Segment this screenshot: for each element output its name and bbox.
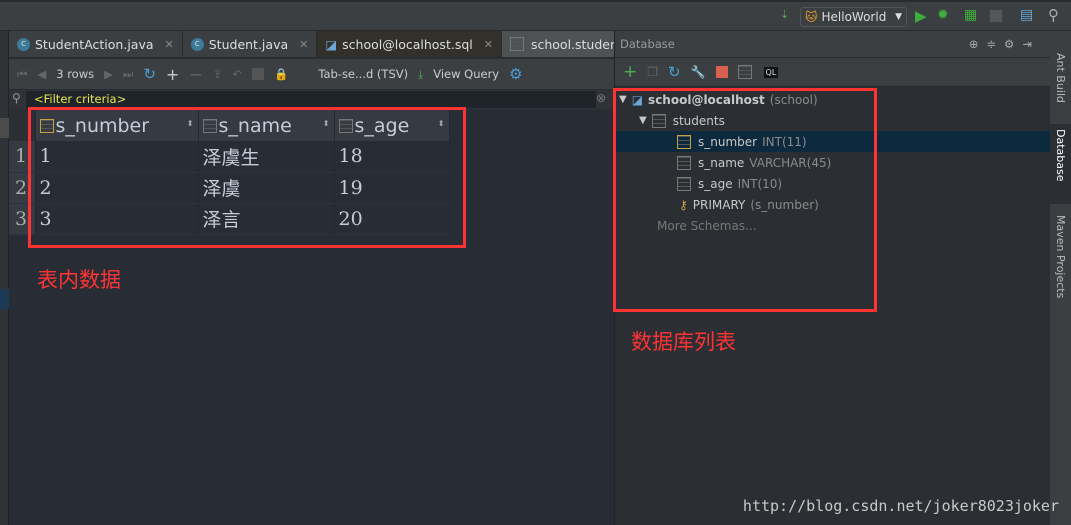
tab-student[interactable]: c Student.java ✕ (183, 31, 318, 57)
db-annotation: 数据库列表 (631, 330, 736, 354)
search-icon[interactable]: ⚲ (1048, 6, 1059, 24)
refresh-icon[interactable]: ↻ (668, 63, 681, 81)
stop-icon[interactable] (990, 10, 1002, 22)
chevron-down-icon: ▼ (895, 12, 902, 22)
coverage-icon[interactable]: ▦ (964, 7, 977, 23)
maven-projects-tab[interactable]: Maven Projects (1054, 215, 1067, 298)
run-config-select[interactable]: 🐱 HelloWorld ▼ (800, 7, 907, 27)
run-icon[interactable]: ▶ (915, 7, 927, 25)
row-count: 3 rows (56, 67, 95, 81)
table-icon (509, 37, 524, 51)
cancel-icon[interactable] (252, 68, 264, 80)
panel-title: Database (620, 37, 675, 51)
project-panel-edge (0, 31, 9, 525)
refresh-icon[interactable]: ↻ (143, 65, 156, 83)
table-annotation: 表内数据 (37, 268, 121, 292)
download-icon[interactable]: ⤓ (418, 67, 423, 82)
next-page-icon[interactable]: ▶ (104, 67, 113, 81)
tab-label: StudentAction.java (35, 36, 154, 52)
database-tab[interactable]: Database (1054, 129, 1067, 182)
tomcat-icon: 🐱 (805, 10, 818, 24)
close-icon[interactable]: ✕ (484, 38, 493, 51)
view-query-button[interactable]: View Query (433, 67, 499, 81)
filter-search-icon[interactable]: ⚲ (12, 91, 21, 105)
clear-icon[interactable]: ⊗ (596, 91, 606, 105)
table-highlight-box (28, 107, 466, 248)
properties-icon[interactable]: 🔧 (691, 65, 706, 79)
class-icon: c (17, 37, 30, 51)
tab-label: Student.java (208, 36, 289, 52)
console-icon[interactable]: QL (763, 66, 779, 78)
disconnect-icon[interactable] (715, 66, 728, 78)
watermark: http://blog.csdn.net/joker8023joker (742, 497, 1059, 515)
first-page-icon[interactable]: ⏮ (17, 67, 27, 82)
class-icon: c (190, 37, 204, 51)
last-page-icon[interactable]: ⏭ (123, 67, 133, 82)
project-structure-icon[interactable]: ▤ (1020, 7, 1033, 23)
panel-controls-icon[interactable]: ⊕≑⚙⇥ (969, 37, 1040, 51)
grid-toolbar: ⏮ ◀ 3 rows ▶ ⏭ ↻ + − ⇪ ↶ 🔒 Tab-se...d (T… (9, 58, 614, 89)
gear-icon[interactable]: ⚙ (509, 65, 522, 83)
close-icon[interactable]: ✕ (299, 38, 308, 51)
ant-build-tab[interactable]: Ant Build (1054, 53, 1067, 103)
tool-window-stripe: Ant Build Database Maven Projects (1050, 31, 1071, 525)
build-icon[interactable]: ⇣ (780, 8, 789, 21)
copy-icon[interactable]: ❐ (647, 65, 658, 79)
revert-icon[interactable]: ↶ (232, 67, 242, 81)
editor-tabs: c StudentAction.java ✕ c Student.java ✕ ◪ sch… (9, 31, 659, 57)
tab-label: school@localhost.sql (342, 36, 473, 52)
export-format-select[interactable]: Tab-se...d (TSV) (318, 67, 408, 81)
prev-page-icon[interactable]: ◀ (37, 67, 46, 81)
run-config-label: HelloWorld (821, 10, 887, 24)
filter-input[interactable]: <Filter criteria> (26, 91, 596, 108)
main-toolbar: ⇣ 🐱 HelloWorld ▼ ▶ ✹ ▦ ▤ ⚲ (0, 0, 1071, 31)
tab-school-sql[interactable]: ◪ school@localhost.sql ✕ (317, 31, 502, 57)
tab-studentaction[interactable]: c StudentAction.java ✕ (9, 31, 183, 57)
add-row-icon[interactable]: + (166, 65, 179, 84)
db-highlight-box (613, 88, 877, 312)
debug-icon[interactable]: ✹ (937, 7, 949, 23)
submit-icon[interactable]: ⇪ (213, 67, 223, 81)
mysql-icon: ◪ (325, 36, 338, 52)
close-icon[interactable]: ✕ (165, 38, 174, 51)
database-panel-header: Database ⊕≑⚙⇥ (615, 31, 1050, 57)
database-toolbar: + ❐ ↻ 🔧 QL (615, 57, 1050, 87)
add-icon[interactable]: + (623, 62, 637, 82)
lock-icon[interactable]: 🔒 (274, 67, 288, 81)
table-editor-icon[interactable] (737, 65, 752, 79)
delete-row-icon[interactable]: − (189, 65, 202, 84)
